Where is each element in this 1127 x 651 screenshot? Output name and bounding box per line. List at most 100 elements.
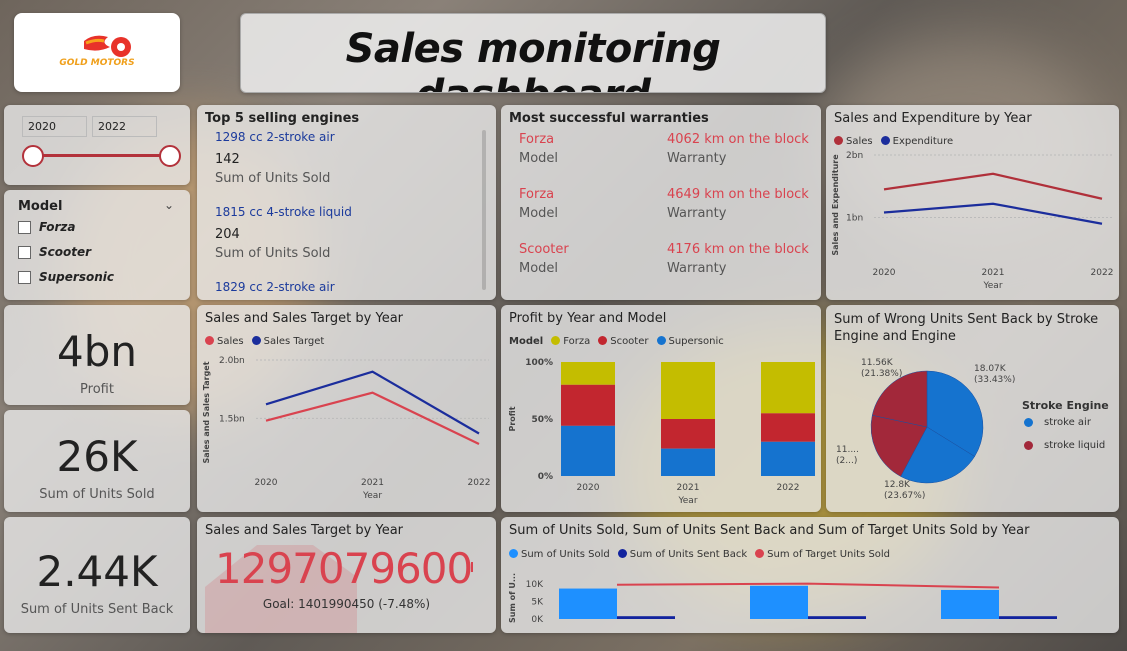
title-banner: Sales monitoring dashboard (240, 13, 826, 93)
bar-segment-forza (561, 362, 615, 385)
pie-legend-title: Stroke Engine (1022, 399, 1109, 412)
checkbox[interactable] (18, 245, 31, 259)
engine-units-label: Sum of Units Sold (215, 171, 331, 186)
warranties-card: Most successful warranties Forza Model 406… (501, 105, 821, 300)
engine-name: 1298 cc 2-stroke air (215, 130, 335, 144)
scrollbar[interactable] (482, 130, 486, 290)
profit-model-card: Profit by Year and Model Model Forza Sco… (501, 305, 821, 512)
x-tick-label: 2022 (1091, 268, 1114, 278)
units-sold-value: 26K (56, 432, 138, 481)
y-tick-label: 10K (526, 580, 544, 590)
profit-label: Profit (80, 382, 114, 397)
model-option-forza[interactable]: Forza (18, 220, 76, 234)
engine-units-value: 204 (215, 227, 240, 242)
pie-data-label: (21.38%) (861, 369, 902, 379)
page-title: Sales monitoring dashboard (345, 26, 721, 92)
warranty-model: Forza (519, 187, 555, 202)
units-combo-card: Sum of Units Sold, Sum of Units Sent Bac… (501, 517, 1119, 633)
pie-data-label: (23.67%) (884, 491, 925, 501)
sales-gauge-card: Sales and Sales Target by Year 129707960… (197, 517, 496, 633)
checkbox[interactable] (18, 220, 31, 234)
pie-data-label: 18.07K (974, 364, 1007, 374)
model-slicer-title: Model (18, 199, 63, 214)
model-slicer: Model ⌄ Forza Scooter Supersonic (4, 190, 190, 300)
bar-segment-scooter (661, 419, 715, 449)
engine-units-value: 142 (215, 152, 240, 167)
warranties-title: Most successful warranties (509, 111, 709, 126)
x-tick-label: 2022 (468, 478, 491, 488)
warranty-label: Warranty (667, 261, 727, 276)
bar-units-sold (941, 589, 999, 619)
warranty-model: Scooter (519, 242, 569, 257)
x-axis-label: Year (677, 496, 697, 506)
x-axis-label: Year (982, 281, 1002, 291)
pie-data-label: (2...) (836, 456, 857, 466)
sales-expenditure-card: Sales and Expenditure by Year Sales Expe… (826, 105, 1119, 300)
y-tick-label: 5K (531, 598, 544, 608)
bar-units-sold (750, 585, 808, 619)
slider-track (34, 154, 172, 157)
y-axis-label: Profit (508, 406, 517, 431)
bar-segment-supersonic (761, 441, 815, 476)
units-sent-back-card: 2.44K Sum of Units Sent Back (4, 517, 190, 633)
series-line-expenditure (883, 202, 1103, 225)
pie-data-label: 11.56K (861, 358, 894, 368)
bar-units-sent-back (999, 616, 1057, 619)
legend-item[interactable]: stroke air (1024, 417, 1091, 428)
warranty-model-label: Model (519, 261, 559, 276)
logo-text: GOLD MOTORS (59, 58, 135, 68)
bar-units-sent-back (617, 616, 675, 619)
bar-units-sent-back (808, 616, 866, 619)
warranty-value: 4649 km on the block (667, 187, 809, 202)
engine-name: 1815 cc 4-stroke liquid (215, 205, 352, 219)
chevron-down-icon[interactable]: ⌄ (164, 198, 174, 212)
y-tick-label: 1bn (846, 214, 863, 224)
x-tick-label: 2020 (873, 268, 896, 278)
year-from-input[interactable]: 2020 (22, 116, 87, 137)
y-tick-label: 100% (525, 358, 553, 368)
slider-handle-end[interactable] (159, 145, 181, 167)
x-tick-label: 2020 (255, 478, 278, 488)
model-option-supersonic[interactable]: Supersonic (18, 270, 114, 284)
bar-segment-scooter (761, 413, 815, 442)
y-tick-label: 0% (538, 472, 553, 482)
y-axis-label: Sales and Sales Target (202, 361, 211, 463)
y-tick-label: 50% (531, 415, 553, 425)
units-sent-back-value: 2.44K (36, 547, 158, 596)
x-tick-label: 2021 (677, 483, 700, 493)
year-slicer[interactable]: 2020 2022 (4, 105, 190, 185)
y-tick-label: 2.0bn (219, 356, 245, 366)
sales-target-card: Sales and Sales Target by Year Sales Sal… (197, 305, 496, 512)
model-option-scooter[interactable]: Scooter (18, 245, 91, 259)
model-option-label: Forza (39, 220, 76, 234)
bar-segment-forza (761, 362, 815, 414)
x-axis-label: Year (362, 491, 382, 501)
pie-data-label: (33.43%) (974, 375, 1015, 385)
bar-segment-forza (661, 362, 715, 419)
checkbox[interactable] (18, 270, 31, 284)
logo-icon (84, 35, 131, 57)
warranty-model: Forza (519, 132, 555, 147)
line-chart: 2.0bn 1.5bn 2020 2021 2022 Year Sales and Sale… (202, 356, 491, 501)
warranty-label: Warranty (667, 206, 727, 221)
gauge-goal: Goal: 1401990450 (-7.48%) (262, 597, 431, 611)
bar-units-sold (559, 588, 617, 619)
warranty-label: Warranty (667, 151, 727, 166)
x-tick-label: 2020 (577, 483, 600, 493)
top-engines-card: Top 5 selling engines 1298 cc 2-stroke a… (197, 105, 496, 300)
slider-handle-start[interactable] (22, 145, 44, 167)
line-chart: 2bn 1bn 2020 2021 2022 Year Sales and Expendit… (831, 151, 1114, 291)
y-tick-label: 0K (531, 615, 544, 625)
warranty-value: 4062 km on the block (667, 132, 809, 147)
stacked-bar-chart: 100% 50% 0% Profit 2020 2021 2022 Year (508, 358, 815, 506)
legend-item[interactable]: stroke liquid (1024, 440, 1105, 451)
year-to-input[interactable]: 2022 (92, 116, 157, 137)
model-option-label: Scooter (39, 245, 92, 259)
series-line-sales (883, 172, 1103, 200)
bar-segment-scooter (561, 384, 615, 426)
pie-data-label: 11.... (836, 445, 859, 455)
series-line-sales-target (265, 370, 480, 435)
bar-segment-supersonic (561, 425, 615, 476)
y-tick-label: 1.5bn (219, 414, 245, 424)
top-engines-title: Top 5 selling engines (205, 111, 360, 126)
